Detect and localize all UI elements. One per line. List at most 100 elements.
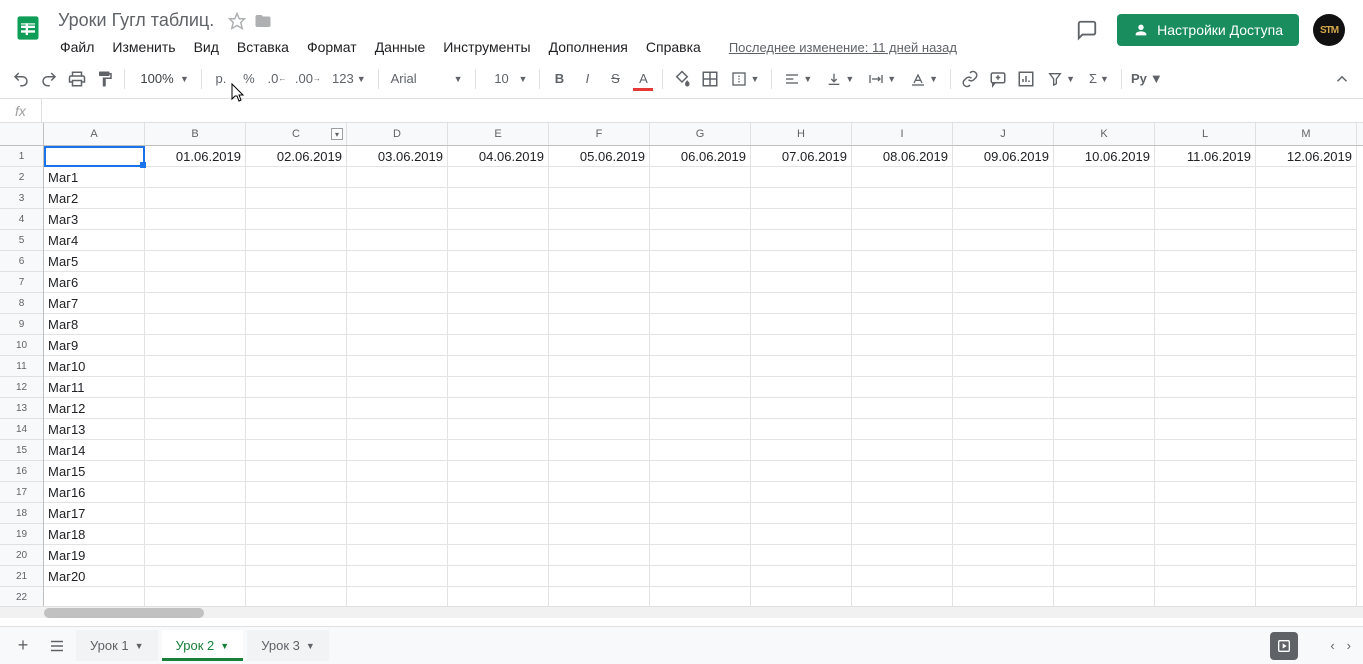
cell[interactable]: Маг10 <box>44 356 145 377</box>
cell[interactable] <box>953 314 1054 335</box>
cell[interactable] <box>751 524 852 545</box>
row-header[interactable]: 20 <box>0 545 43 566</box>
cell[interactable] <box>1054 440 1155 461</box>
chevron-down-icon[interactable]: ▼ <box>220 641 229 651</box>
cell[interactable] <box>145 167 246 188</box>
cell[interactable] <box>145 482 246 503</box>
col-header-L[interactable]: L <box>1155 123 1256 145</box>
cell[interactable] <box>1256 356 1357 377</box>
cell[interactable] <box>347 293 448 314</box>
cell[interactable]: Маг13 <box>44 419 145 440</box>
row-header[interactable]: 5 <box>0 230 43 251</box>
cell[interactable] <box>1256 587 1357 608</box>
cell[interactable] <box>751 167 852 188</box>
cell[interactable]: 11.06.2019 <box>1155 146 1256 167</box>
cell[interactable] <box>549 293 650 314</box>
cell[interactable] <box>852 209 953 230</box>
cell[interactable] <box>448 356 549 377</box>
cell[interactable]: 04.06.2019 <box>448 146 549 167</box>
cell[interactable] <box>1054 377 1155 398</box>
menu-edit[interactable]: Изменить <box>104 35 183 59</box>
cell[interactable] <box>1256 377 1357 398</box>
col-header-B[interactable]: B <box>145 123 246 145</box>
cell[interactable] <box>448 545 549 566</box>
cell[interactable] <box>650 230 751 251</box>
cell[interactable] <box>953 587 1054 608</box>
cell[interactable] <box>448 461 549 482</box>
col-header-M[interactable]: M <box>1256 123 1357 145</box>
bold-icon[interactable]: B <box>546 65 572 93</box>
row-header[interactable]: 19 <box>0 524 43 545</box>
cell[interactable] <box>1155 293 1256 314</box>
row-header[interactable]: 17 <box>0 482 43 503</box>
cell[interactable] <box>549 314 650 335</box>
fill-color-icon[interactable] <box>669 65 695 93</box>
cell[interactable] <box>751 377 852 398</box>
cell[interactable] <box>650 587 751 608</box>
cell[interactable] <box>448 524 549 545</box>
cell[interactable] <box>1256 566 1357 587</box>
cell[interactable] <box>347 356 448 377</box>
number-format-dropdown[interactable]: 123▼ <box>326 65 372 93</box>
cell[interactable] <box>1054 167 1155 188</box>
cell[interactable] <box>751 398 852 419</box>
col-header-J[interactable]: J <box>953 123 1054 145</box>
cell[interactable] <box>953 188 1054 209</box>
strikethrough-icon[interactable]: S <box>602 65 628 93</box>
cell[interactable] <box>347 482 448 503</box>
cell[interactable] <box>1256 272 1357 293</box>
cell[interactable] <box>1054 461 1155 482</box>
cell[interactable] <box>1256 524 1357 545</box>
cell[interactable] <box>953 377 1054 398</box>
print-icon[interactable] <box>64 65 90 93</box>
cell[interactable] <box>549 335 650 356</box>
cell[interactable] <box>549 251 650 272</box>
cell[interactable] <box>953 272 1054 293</box>
cell[interactable] <box>1054 398 1155 419</box>
cell[interactable] <box>751 272 852 293</box>
row-header[interactable]: 3 <box>0 188 43 209</box>
cell[interactable] <box>650 272 751 293</box>
cell[interactable]: 07.06.2019 <box>751 146 852 167</box>
row-header[interactable]: 15 <box>0 440 43 461</box>
filter-dropdown-icon[interactable]: ▾ <box>331 128 343 140</box>
cell[interactable] <box>549 230 650 251</box>
row-header[interactable]: 14 <box>0 419 43 440</box>
cell[interactable] <box>347 503 448 524</box>
comments-icon[interactable] <box>1071 14 1103 46</box>
cell[interactable] <box>246 209 347 230</box>
col-header-K[interactable]: K <box>1054 123 1155 145</box>
cell[interactable] <box>751 230 852 251</box>
cell[interactable] <box>1256 419 1357 440</box>
cell[interactable] <box>852 167 953 188</box>
cell[interactable] <box>246 188 347 209</box>
cell[interactable] <box>650 524 751 545</box>
cell[interactable] <box>953 230 1054 251</box>
row-header[interactable]: 8 <box>0 293 43 314</box>
last-edit-link[interactable]: Последнее изменение: 11 дней назад <box>729 40 957 55</box>
cell[interactable] <box>852 566 953 587</box>
cell[interactable] <box>1155 482 1256 503</box>
cell[interactable] <box>145 524 246 545</box>
cell[interactable] <box>1054 419 1155 440</box>
cell[interactable] <box>650 167 751 188</box>
cell[interactable] <box>852 335 953 356</box>
cell[interactable]: Маг4 <box>44 230 145 251</box>
cell[interactable]: Маг14 <box>44 440 145 461</box>
cell[interactable] <box>1054 545 1155 566</box>
cell[interactable] <box>751 293 852 314</box>
cell[interactable] <box>852 440 953 461</box>
document-title[interactable]: Уроки Гугл таблиц. <box>52 8 220 33</box>
cell[interactable] <box>852 314 953 335</box>
cell[interactable] <box>145 440 246 461</box>
cell[interactable] <box>1256 188 1357 209</box>
cell[interactable] <box>852 461 953 482</box>
menu-format[interactable]: Формат <box>299 35 365 59</box>
functions-icon[interactable]: Σ▼ <box>1083 65 1115 93</box>
cell[interactable]: Маг18 <box>44 524 145 545</box>
cell[interactable] <box>1054 335 1155 356</box>
cell[interactable] <box>448 440 549 461</box>
cell[interactable] <box>1256 230 1357 251</box>
cell[interactable] <box>347 335 448 356</box>
cell[interactable] <box>650 566 751 587</box>
